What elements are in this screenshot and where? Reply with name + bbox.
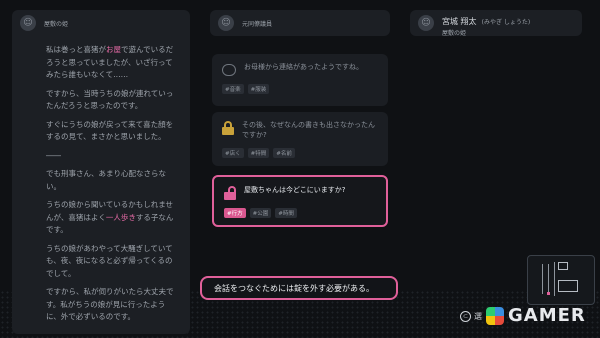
question-text: お母様から連絡があったようですね。 bbox=[244, 63, 363, 71]
character-subtitle: 屋敷の姫 bbox=[442, 30, 467, 37]
right-column-title: 宮城 翔太 (みやぎ しょうた) 屋敷の姫 bbox=[442, 9, 530, 37]
hint-dialog[interactable]: 会話をつなぐためには錠を外す必要がある。 bbox=[200, 276, 398, 300]
dialogue-paragraph: すぐにうちの娘が戻って来て喜た顔をするの見て、まさかと思いました。 bbox=[46, 119, 174, 142]
tag-list: #行方 #公園 #時間 bbox=[224, 208, 376, 218]
question-card-locked[interactable]: その後、なぜなんの書きも出さなかったんですか? #店く #特間 #名前 bbox=[212, 112, 388, 166]
dialogue-paragraph: ですから、当時うちの娘が連れていったんだろうと思ったのです。 bbox=[46, 88, 174, 111]
middle-column-header: ☺ 元同僚議員 bbox=[210, 10, 390, 36]
tag-active: #行方 bbox=[224, 208, 246, 218]
footer-control-hint: ⊂ 選 bbox=[460, 311, 482, 322]
lock-icon bbox=[222, 121, 234, 135]
avatar: ☺ bbox=[218, 15, 234, 31]
middle-column-panel: ☺ 元同僚議員 bbox=[210, 10, 390, 36]
tag: #音楽 bbox=[222, 84, 244, 94]
tag: #特間 bbox=[247, 148, 270, 158]
right-column-header: ☺ 宮城 翔太 (みやぎ しょうた) 屋敷の姫 bbox=[410, 9, 582, 37]
right-column-panel: ☺ 宮城 翔太 (みやぎ しょうた) 屋敷の姫 bbox=[410, 9, 582, 37]
left-column-name: 屋敷の姫 bbox=[44, 20, 69, 28]
question-card[interactable]: お母様から連絡があったようですね。 #音楽 #服装 bbox=[212, 54, 388, 106]
tag: #公園 bbox=[249, 208, 272, 218]
question-text: 屋敷ちゃんは今どこにいますか? bbox=[244, 186, 346, 194]
logo-text: GAMER bbox=[508, 305, 586, 326]
tag: #名前 bbox=[273, 148, 295, 158]
avatar: ☺ bbox=[418, 15, 434, 31]
watermark-logo: GAMER bbox=[486, 305, 586, 326]
tag: #店く bbox=[222, 148, 244, 158]
dialogue-paragraph: ですから、私が伺りがいたら大丈夫です。私がちうの娘が見に行ったように、外で必ずい… bbox=[46, 287, 174, 321]
question-text: その後、なぜなんの書きも出さなかったんですか? bbox=[242, 121, 375, 139]
left-dialogue-text: 私は巻っと喜猪がお屋で遊んでいるだろうと思っていましたが、いざ行ってみたら誰もい… bbox=[46, 44, 178, 330]
button-prompt-icon: ⊂ bbox=[460, 311, 471, 322]
hint-dialog-text: 会話をつなぐためには錠を外す必要がある。 bbox=[214, 283, 374, 293]
left-column-header: ☺ 屋敷の姫 bbox=[12, 10, 190, 36]
dialogue-paragraph: うちの娘から聞いているかもしれませんが、喜猪はよく一人歩きする子なんです。 bbox=[46, 200, 174, 234]
tag: #服装 bbox=[247, 84, 270, 94]
dialogue-paragraph: ―― bbox=[46, 150, 61, 160]
tag-list: #音楽 #服装 bbox=[222, 84, 378, 94]
minimap[interactable] bbox=[527, 255, 595, 305]
character-reading: (みやぎ しょうた) bbox=[481, 19, 531, 26]
gamer-logo-icon bbox=[486, 306, 504, 325]
lock-open-icon bbox=[224, 186, 236, 200]
dialogue-paragraph: うちの娘があわやって大騒ぎしていても、夜、夜になると必ず帰ってくるのでして。 bbox=[46, 243, 173, 278]
character-name: 宮城 翔太 bbox=[442, 17, 477, 26]
question-card-selected[interactable]: 屋敷ちゃんは今どこにいますか? #行方 #公園 #時間 bbox=[212, 175, 388, 227]
footer-label: 選 bbox=[474, 312, 482, 321]
dialogue-paragraph: でも刑事さん、あまり心配なさらない。 bbox=[46, 169, 166, 191]
avatar: ☺ bbox=[20, 15, 36, 31]
tag-list: #店く #特間 #名前 bbox=[222, 148, 378, 158]
speech-bubble-icon bbox=[222, 64, 236, 76]
tag: #時間 bbox=[275, 208, 297, 218]
dialogue-paragraph: 私は巻っと喜猪がお屋で遊んでいるだろうと思っていましたが、いざ行ってみたら誰もい… bbox=[46, 45, 174, 79]
middle-column-name: 元同僚議員 bbox=[242, 20, 273, 28]
